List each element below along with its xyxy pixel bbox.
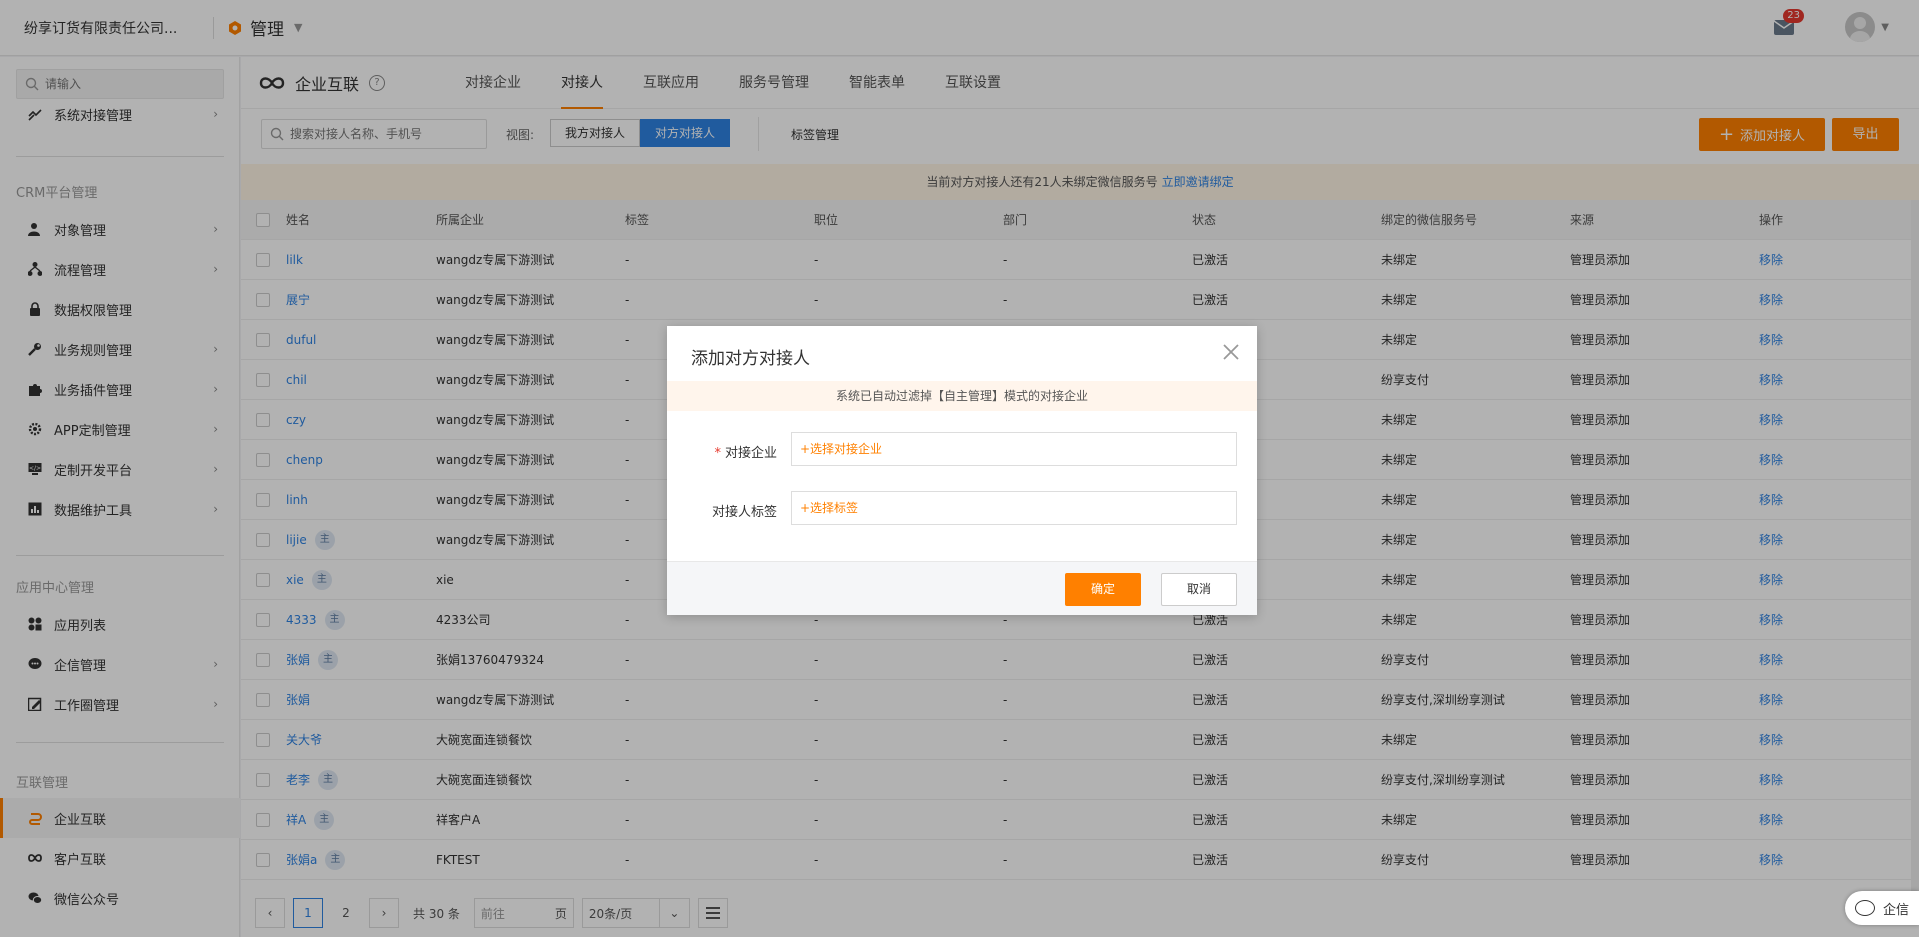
close-icon[interactable]	[1221, 342, 1241, 362]
add-contact-dialog: 添加对方对接人 系统已自动过滤掉【自主管理】模式的对接企业 * 对接企业 +选择对…	[667, 326, 1257, 615]
confirm-button[interactable]: 确定	[1065, 573, 1141, 606]
qixin-chat-button[interactable]: 企信	[1845, 891, 1919, 925]
dialog-title: 添加对方对接人	[691, 349, 810, 369]
partner-company-label: * 对接企业	[714, 446, 777, 461]
chat-bubble-icon	[1855, 900, 1875, 916]
contact-tag-label: 对接人标签	[711, 505, 777, 520]
cancel-button[interactable]: 取消	[1161, 573, 1237, 606]
partner-company-field[interactable]: +选择对接企业	[791, 432, 1237, 466]
dialog-note: 系统已自动过滤掉【自主管理】模式的对接企业	[667, 381, 1257, 411]
contact-tag-field[interactable]: +选择标签	[791, 491, 1237, 525]
qixin-label: 企信	[1883, 902, 1910, 918]
dialog-footer: 确定 取消	[667, 561, 1257, 615]
